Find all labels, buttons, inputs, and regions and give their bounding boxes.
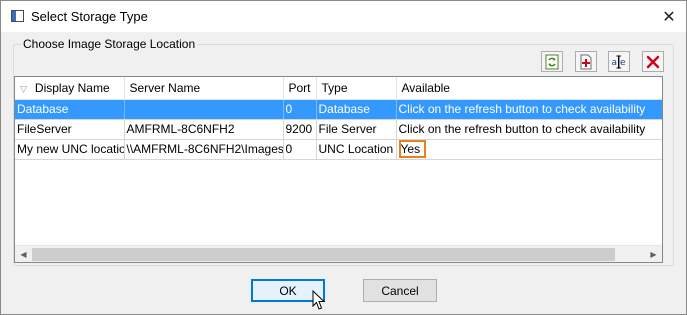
scroll-right-icon[interactable]: ▶ [645, 246, 662, 262]
cell-display-name[interactable]: FileServer [15, 119, 125, 140]
scroll-left-icon[interactable]: ◀ [15, 246, 32, 262]
rename-icon: a e [612, 55, 626, 68]
grid-header-row: ▽ Display Name Server Name Port Type Avai… [15, 77, 662, 100]
delete-icon [646, 55, 660, 68]
scrollbar-thumb[interactable] [32, 248, 615, 261]
column-header-type[interactable]: Type [316, 77, 397, 100]
add-button[interactable] [575, 51, 597, 72]
close-icon[interactable]: ✕ [652, 1, 686, 32]
cell-server-name[interactable] [124, 99, 284, 120]
svg-text:e: e [620, 58, 626, 68]
mouse-cursor-icon [312, 290, 326, 310]
group-label: Choose Image Storage Location [21, 37, 198, 51]
title-bar: Select Storage Type ✕ [1, 1, 686, 32]
window-title: Select Storage Type [31, 9, 148, 24]
add-document-icon [580, 54, 592, 69]
cell-type[interactable]: Database [316, 99, 397, 120]
window-icon [11, 10, 24, 22]
cell-type[interactable]: File Server [316, 119, 397, 140]
cell-port[interactable]: 9200 [283, 119, 317, 140]
cell-available[interactable]: Click on the refresh button to check ava… [396, 119, 662, 140]
available-status-highlight: Yes [398, 140, 426, 158]
cell-server-name[interactable]: AMFRML-8C6NFH2 [124, 119, 284, 140]
refresh-icon [545, 54, 559, 69]
horizontal-scrollbar[interactable]: ◀ ▶ [15, 245, 662, 262]
table-row-fileserver[interactable]: FileServer AMFRML-8C6NFH2 9200 File Serv… [15, 119, 662, 140]
table-row-unc-location[interactable]: My new UNC location \\AMFRML-8C6NFH2\Ima… [15, 139, 662, 160]
cell-port[interactable]: 0 [283, 99, 317, 120]
cell-server-name[interactable]: \\AMFRML-8C6NFH2\Images [124, 139, 284, 160]
column-header-port[interactable]: Port [283, 77, 317, 100]
sort-icon: ▽ [20, 83, 27, 94]
cell-available[interactable]: Yes [396, 139, 662, 160]
rename-button[interactable]: a e [608, 51, 630, 72]
cell-type[interactable]: UNC Location [316, 139, 397, 160]
dialog-window: Select Storage Type ✕ Choose Image Stora… [0, 0, 687, 315]
column-label: Display Name [34, 80, 110, 95]
svg-text:a: a [612, 58, 618, 68]
cell-display-name[interactable]: Database [15, 99, 125, 120]
cell-port[interactable]: 0 [283, 139, 317, 160]
column-header-display-name[interactable]: ▽ Display Name [15, 77, 125, 100]
table-row-database[interactable]: Database 0 Database Click on the refresh… [15, 99, 662, 120]
cell-display-name[interactable]: My new UNC location [15, 139, 125, 160]
column-header-server-name[interactable]: Server Name [124, 77, 284, 100]
refresh-button[interactable] [541, 51, 563, 72]
delete-button[interactable] [642, 51, 664, 72]
column-header-available[interactable]: Available [396, 77, 662, 100]
cancel-button[interactable]: Cancel [363, 279, 437, 302]
storage-grid[interactable]: ▽ Display Name Server Name Port Type Avai… [14, 76, 663, 263]
cell-available[interactable]: Click on the refresh button to check ava… [396, 99, 662, 120]
